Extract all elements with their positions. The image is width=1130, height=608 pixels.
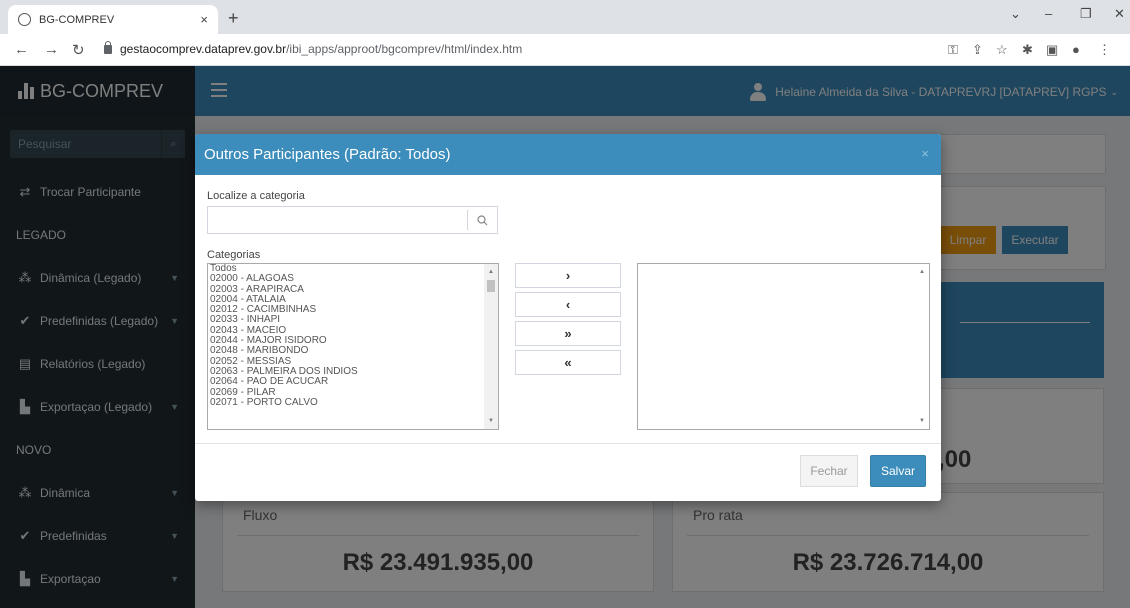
scroll-up-icon[interactable]: ▲ bbox=[484, 266, 498, 278]
sidepanel-icon[interactable]: ▣ bbox=[1046, 42, 1058, 58]
modal-close-icon[interactable]: × bbox=[921, 146, 929, 161]
minimize-icon[interactable]: – bbox=[1045, 6, 1052, 21]
categories-label: Categorias bbox=[207, 249, 261, 261]
reload-icon[interactable]: ↻ bbox=[72, 41, 85, 59]
profile-icon[interactable]: ● bbox=[1072, 42, 1080, 57]
tab-search-icon[interactable]: ⌄ bbox=[1010, 6, 1021, 22]
browser-tab[interactable]: BG-COMPREV × bbox=[8, 5, 218, 34]
browser-tab-bar: BG-COMPREV × + ⌄ – ❐ ✕ bbox=[0, 0, 1130, 34]
modal-title: Outros Participantes (Padrão: Todos) bbox=[204, 146, 451, 163]
move-right-button[interactable]: › bbox=[515, 263, 621, 288]
tab-title: BG-COMPREV bbox=[39, 13, 115, 26]
save-button[interactable]: Salvar bbox=[870, 455, 926, 487]
url-field[interactable]: gestaocomprev.dataprev.gov.br/ibi_apps/a… bbox=[104, 40, 522, 56]
move-all-right-button[interactable]: » bbox=[515, 321, 621, 346]
locate-label: Localize a categoria bbox=[207, 190, 305, 202]
globe-icon bbox=[18, 13, 31, 26]
move-all-left-button[interactable]: « bbox=[515, 350, 621, 375]
locate-category-input[interactable] bbox=[207, 206, 498, 234]
participants-modal: Outros Participantes (Padrão: Todos) × L… bbox=[195, 134, 941, 501]
new-tab-button[interactable]: + bbox=[228, 8, 239, 29]
selected-categories-listbox[interactable]: ▲ ▼ bbox=[637, 263, 930, 430]
share-icon[interactable]: ⇪ bbox=[972, 42, 983, 58]
modal-header: Outros Participantes (Padrão: Todos) × bbox=[195, 134, 941, 175]
window-close-icon[interactable]: ✕ bbox=[1114, 6, 1125, 22]
menu-dots-icon[interactable]: ⋮ bbox=[1098, 42, 1111, 58]
move-left-button[interactable]: ‹ bbox=[515, 292, 621, 317]
category-option[interactable]: 02071 - PORTO CALVO bbox=[208, 397, 498, 408]
maximize-icon[interactable]: ❐ bbox=[1080, 6, 1092, 22]
scroll-down-icon[interactable]: ▼ bbox=[484, 415, 498, 427]
listbox-scrollbar[interactable]: ▲ ▼ bbox=[915, 264, 929, 429]
close-button[interactable]: Fechar bbox=[800, 455, 858, 487]
scroll-down-icon[interactable]: ▼ bbox=[915, 415, 929, 427]
search-icon[interactable] bbox=[467, 210, 497, 230]
scroll-up-icon[interactable]: ▲ bbox=[915, 266, 929, 278]
address-bar: ← → ↻ gestaocomprev.dataprev.gov.br/ibi_… bbox=[0, 34, 1130, 66]
listbox-scrollbar[interactable]: ▲ ▼ bbox=[484, 264, 498, 429]
categories-options: Todos 02000 - ALAGOAS 02003 - ARAPIRACA 020… bbox=[208, 264, 498, 408]
categories-listbox[interactable]: Todos 02000 - ALAGOAS 02003 - ARAPIRACA 020… bbox=[207, 263, 499, 430]
back-icon[interactable]: ← bbox=[14, 41, 29, 58]
scroll-thumb[interactable] bbox=[487, 280, 495, 292]
star-icon[interactable]: ☆ bbox=[996, 42, 1008, 58]
key-icon[interactable]: ⚿ bbox=[948, 42, 958, 58]
lock-icon bbox=[104, 40, 112, 54]
forward-icon[interactable]: → bbox=[44, 41, 59, 58]
extensions-icon[interactable]: ✱ bbox=[1022, 42, 1033, 58]
tab-close-icon[interactable]: × bbox=[200, 12, 208, 27]
modal-footer-divider bbox=[195, 443, 941, 444]
